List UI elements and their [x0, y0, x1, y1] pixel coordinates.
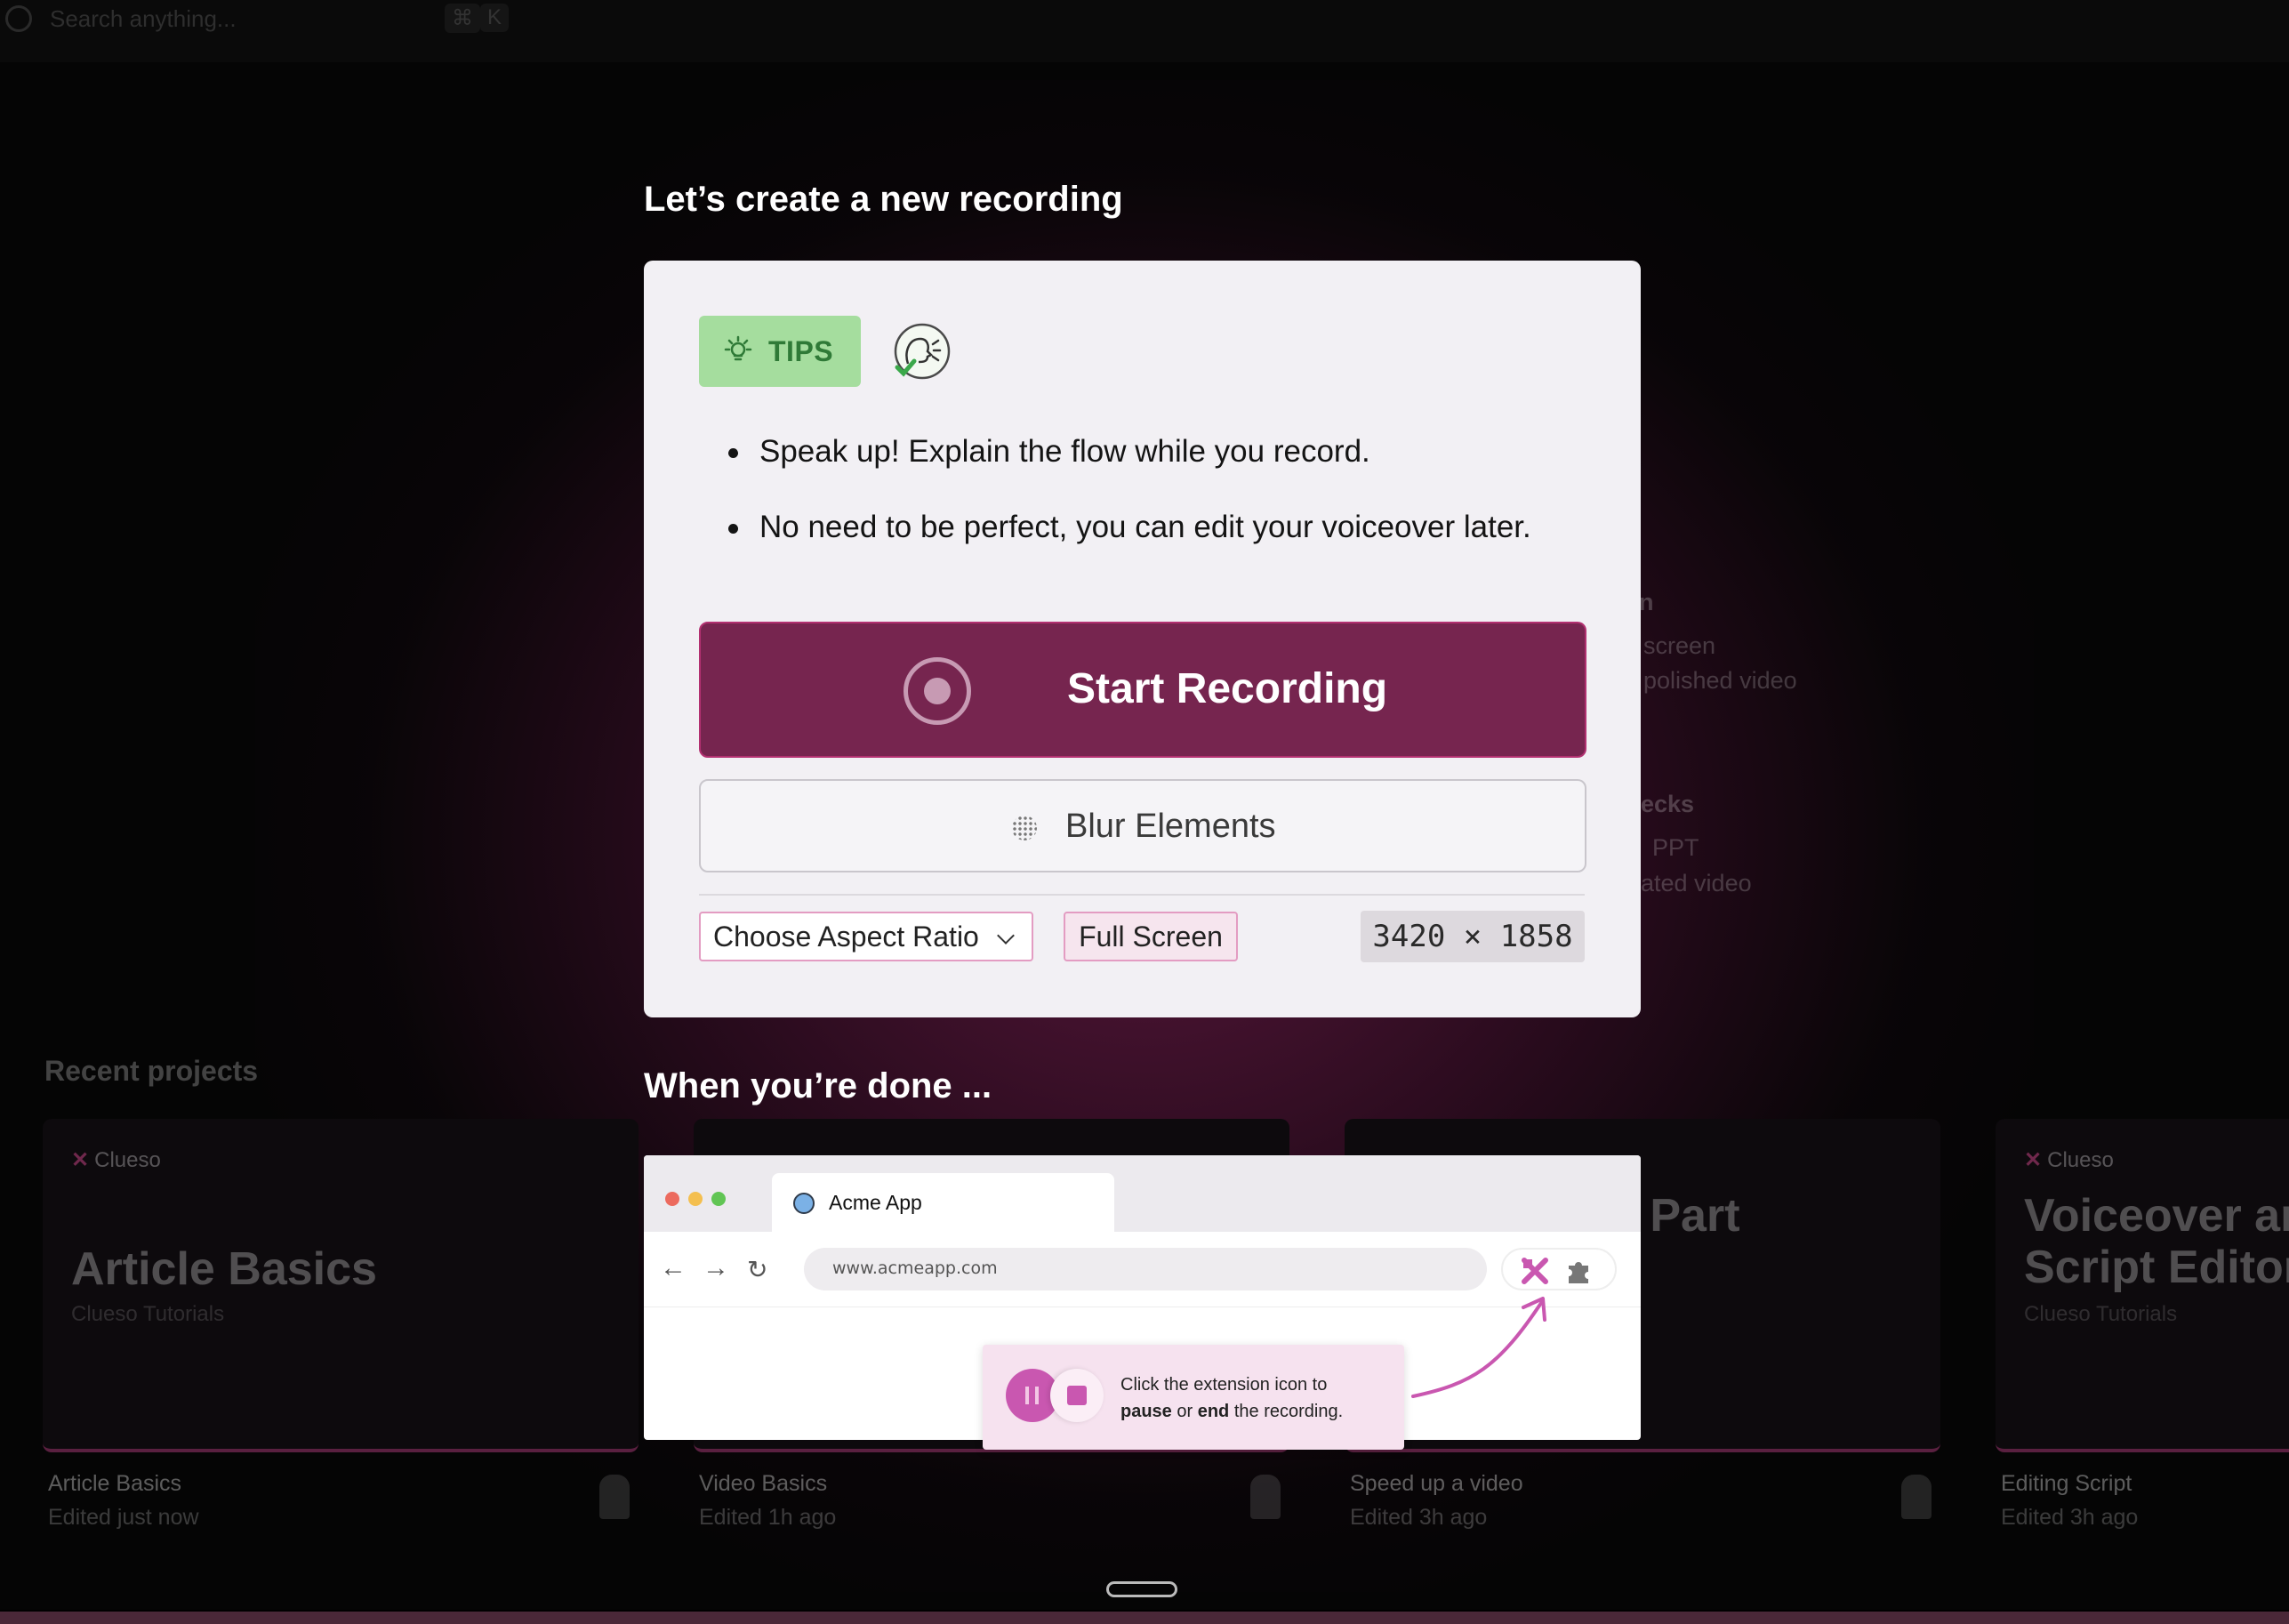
bottom-strip: [0, 1612, 2289, 1624]
bg-fragment-sub-2: polished video: [1643, 667, 1797, 694]
extension-callout: Click the extension icon to pause or end…: [983, 1345, 1404, 1450]
callout-text: Click the extension icon to pause or end…: [1120, 1375, 1344, 1421]
project-edited-time: Edited just now: [48, 1505, 199, 1530]
browser-tab: Acme App: [772, 1173, 1114, 1232]
blur-icon: [1012, 816, 1037, 840]
avatar: [599, 1475, 630, 1519]
forward-arrow-icon: →: [703, 1253, 729, 1282]
aspect-ratio-dropdown[interactable]: Choose Aspect Ratio: [699, 912, 1033, 961]
url-text: www.acmeapp.com: [832, 1258, 998, 1278]
project-edited-time: Edited 1h ago: [699, 1505, 837, 1530]
project-edited-time: Edited 3h ago: [1350, 1505, 1488, 1530]
project-edited-time: Edited 3h ago: [2001, 1505, 2139, 1530]
tips-badge: TIPS: [699, 316, 861, 387]
search-icon: [5, 5, 32, 32]
project-thumbnail: ✕Clueso Voiceover an Script Editor Clues…: [1996, 1119, 2289, 1452]
project-card[interactable]: ✕Clueso Voiceover an Script Editor Clues…: [1996, 1119, 2289, 1537]
maximize-dot-icon: [711, 1192, 726, 1206]
bg-fragment-sub-4: ated video: [1641, 870, 1752, 896]
page-title: Let’s create a new recording: [644, 180, 1123, 219]
bg-fragment-title-1: n: [1639, 589, 1654, 615]
record-icon: [904, 657, 971, 725]
shortcut-cmd-key: ⌘: [445, 4, 480, 33]
project-name: Article Basics: [48, 1471, 182, 1496]
project-card[interactable]: ✕ Clueso Article Basics Clueso Tutorials …: [43, 1119, 639, 1537]
globe-icon: [793, 1193, 815, 1214]
thumbnail-subtitle: Clueso Tutorials: [2024, 1302, 2178, 1326]
tip-item: No need to be perfect, you can edit your…: [728, 510, 1531, 585]
done-heading: When you’re done ...: [644, 1066, 992, 1105]
blur-elements-button[interactable]: Blur Elements: [699, 779, 1586, 872]
project-name: Editing Script: [2001, 1471, 2132, 1496]
bg-fragment-sub-1: screen: [1643, 632, 1716, 659]
search-placeholder: Search anything...: [50, 4, 237, 32]
top-bar: Search anything... ⌘ K: [0, 0, 2289, 62]
recent-projects-title: Recent projects: [44, 1055, 259, 1087]
chevron-down-icon: [997, 927, 1015, 945]
extensions-area: [1501, 1248, 1617, 1290]
clueso-extension-icon: [1522, 1258, 1548, 1284]
tip-item: Speak up! Explain the flow while you rec…: [728, 434, 1531, 510]
puzzle-icon: [1569, 1262, 1588, 1283]
back-arrow-icon: ←: [660, 1253, 687, 1282]
resolution-display: 3420 × 1858: [1361, 911, 1585, 962]
tips-list: Speak up! Explain the flow while you rec…: [728, 434, 1531, 585]
minimize-dot-icon: [688, 1192, 703, 1206]
project-name: Speed up a video: [1350, 1471, 1523, 1496]
shortcut-k-key: K: [480, 4, 510, 32]
browser-tab-bar: Acme App: [644, 1155, 1641, 1232]
url-bar: www.acmeapp.com: [804, 1248, 1487, 1290]
curved-arrow-icon: [1411, 1297, 1546, 1398]
aspect-ratio-label: Choose Aspect Ratio: [713, 920, 979, 953]
bg-fragment-title-2: ecks: [1641, 791, 1695, 817]
project-thumbnail: ✕ Clueso Article Basics Clueso Tutorials: [43, 1119, 639, 1452]
start-recording-button[interactable]: Start Recording: [699, 622, 1586, 758]
recording-card: TIPS Speak up! Explain the flow while yo…: [644, 261, 1641, 1017]
full-screen-option[interactable]: Full Screen: [1064, 912, 1238, 961]
avatar: [1901, 1475, 1932, 1519]
thumbnail-subtitle: Clueso Tutorials: [71, 1302, 225, 1326]
search-bar[interactable]: Search anything... ⌘ K: [0, 0, 516, 37]
project-name: Video Basics: [699, 1471, 828, 1496]
tab-title: Acme App: [829, 1191, 922, 1214]
blur-elements-label: Blur Elements: [1065, 808, 1276, 845]
thumbnail-title: Article Basics: [71, 1243, 377, 1295]
stop-icon: [1050, 1369, 1104, 1422]
start-recording-label: Start Recording: [1067, 665, 1388, 712]
brand-logo: ✕ Clueso: [2024, 1148, 2114, 1172]
reload-icon: ↻: [747, 1256, 768, 1283]
avatar: [1250, 1475, 1281, 1519]
tips-label: TIPS: [768, 334, 834, 367]
bg-fragment-sub-3: PPT: [1652, 834, 1699, 861]
lightbulb-icon: [724, 335, 752, 361]
home-indicator: [1106, 1581, 1177, 1597]
speaking-head-icon: [894, 323, 951, 380]
brand-logo: ✕ Clueso: [71, 1148, 161, 1172]
divider: [699, 894, 1585, 896]
close-dot-icon: [665, 1192, 679, 1206]
thumbnail-title: Voiceover an Script Editor: [2024, 1190, 2289, 1293]
